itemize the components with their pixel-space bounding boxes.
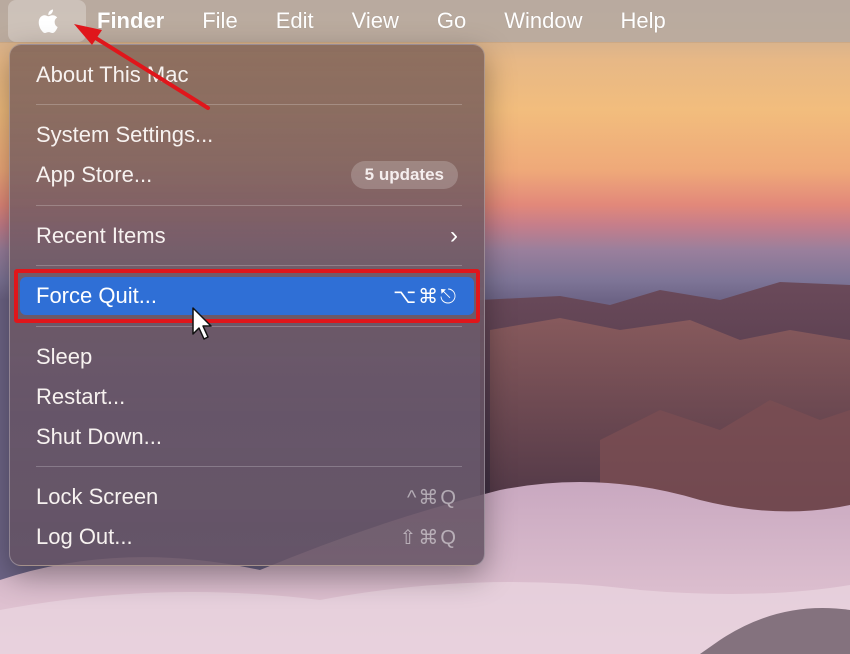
menu-edit[interactable]: Edit bbox=[257, 0, 333, 42]
menu-item-label: Sleep bbox=[36, 344, 93, 369]
menu-go[interactable]: Go bbox=[418, 0, 485, 42]
menu-item-label: System Settings... bbox=[36, 122, 214, 147]
menu-item-label: About This Mac bbox=[36, 62, 189, 87]
menu-separator bbox=[36, 265, 462, 266]
menu-item-log-out[interactable]: Log Out... ⇧⌘Q bbox=[20, 518, 474, 556]
menu-item-lock-screen[interactable]: Lock Screen ^⌘Q bbox=[20, 478, 474, 516]
menu-separator bbox=[36, 104, 462, 105]
menu-window[interactable]: Window bbox=[485, 0, 601, 42]
menu-item-app-store[interactable]: App Store... 5 updates bbox=[20, 156, 474, 194]
menu-item-label: Shut Down... bbox=[36, 424, 162, 449]
menu-item-label: App Store... bbox=[36, 162, 153, 187]
menu-separator bbox=[36, 466, 462, 467]
menu-file[interactable]: File bbox=[183, 0, 256, 42]
menu-help[interactable]: Help bbox=[602, 0, 685, 42]
keyboard-shortcut: ^⌘Q bbox=[407, 486, 458, 509]
menu-item-sleep[interactable]: Sleep bbox=[20, 338, 474, 376]
menu-bar: Finder File Edit View Go Window Help bbox=[0, 0, 850, 42]
menu-item-recent-items[interactable]: Recent Items › bbox=[20, 217, 474, 255]
menu-item-about-this-mac[interactable]: About This Mac bbox=[20, 56, 474, 94]
menu-item-shut-down[interactable]: Shut Down... bbox=[20, 418, 474, 456]
menu-item-label: Log Out... bbox=[36, 524, 133, 549]
menu-view[interactable]: View bbox=[333, 0, 418, 42]
apple-logo-icon bbox=[38, 9, 58, 34]
updates-badge: 5 updates bbox=[350, 161, 458, 189]
menu-item-system-settings[interactable]: System Settings... bbox=[20, 116, 474, 154]
keyboard-shortcut: ⇧⌘Q bbox=[399, 526, 458, 549]
menu-item-label: Recent Items bbox=[36, 223, 166, 248]
menu-app-finder[interactable]: Finder bbox=[86, 0, 183, 42]
menu-item-restart[interactable]: Restart... bbox=[20, 378, 474, 416]
apple-menu-button[interactable] bbox=[8, 0, 86, 42]
annotation-highlight-box bbox=[14, 269, 480, 323]
menu-separator bbox=[36, 326, 462, 327]
chevron-right-icon: › bbox=[450, 222, 458, 249]
menu-item-label: Restart... bbox=[36, 384, 126, 409]
menu-item-label: Lock Screen bbox=[36, 484, 159, 509]
menu-separator bbox=[36, 205, 462, 206]
